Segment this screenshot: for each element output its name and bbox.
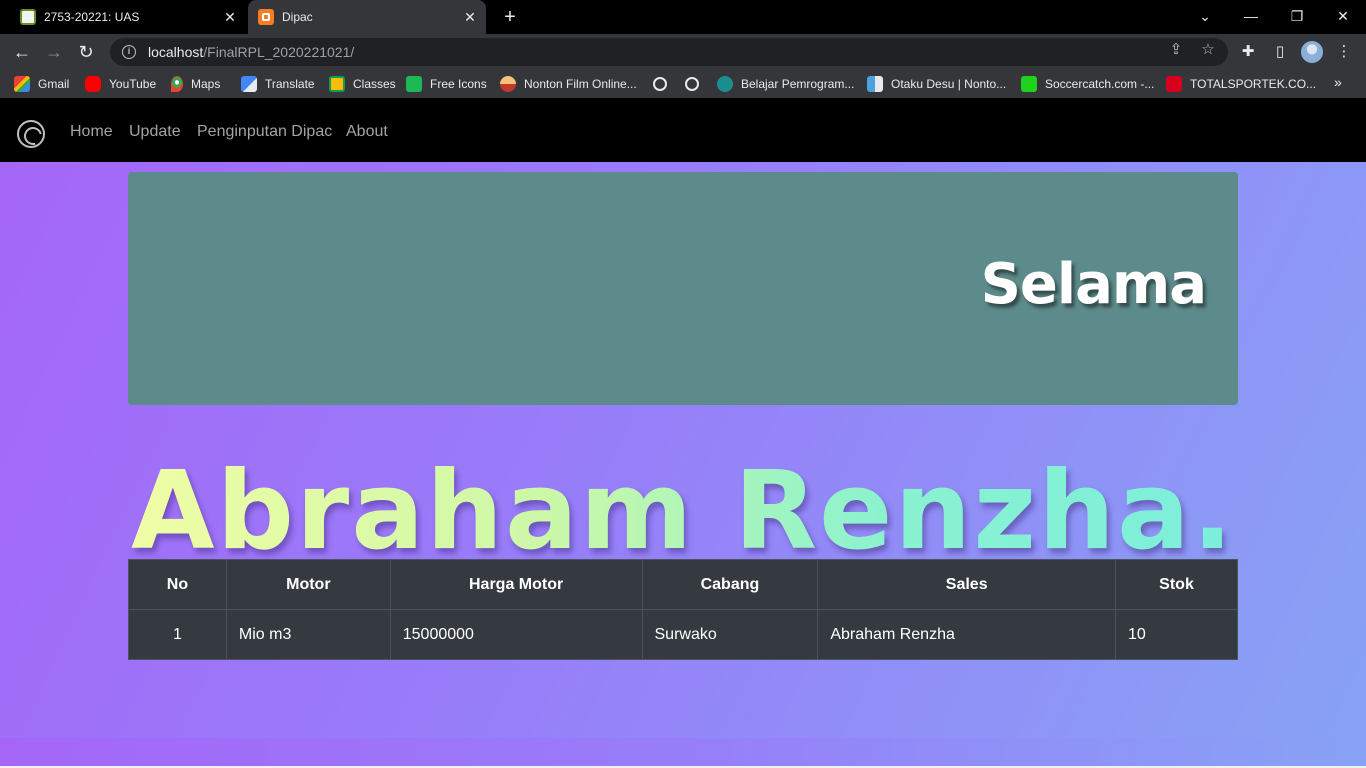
tab-title: Dipac — [282, 10, 313, 24]
bookmark-star-icon[interactable]: ☆ — [1198, 40, 1218, 58]
bookmark-globe-1[interactable] — [653, 75, 675, 93]
table-header-row: No Motor Harga Motor Cabang Sales Stok — [128, 559, 1238, 610]
profile-avatar[interactable] — [1301, 41, 1323, 63]
tab-title: 2753-20221: UAS — [44, 10, 140, 24]
browser-toolbar: ← → ↻ i localhost/FinalRPL_2020221021/ ⇪… — [0, 34, 1366, 70]
nav-about[interactable]: About — [346, 123, 388, 141]
bookmark-gmail[interactable]: Gmail — [14, 75, 69, 93]
table-row: 1 Mio m3 15000000 Surwako Abraham Renzha… — [128, 609, 1238, 660]
otaku-icon — [867, 76, 883, 92]
globe-icon — [653, 77, 667, 91]
url-path: /FinalRPL_2020221021/ — [203, 44, 355, 60]
forward-button[interactable]: → — [40, 38, 68, 66]
table-cell: Abraham Renzha — [817, 609, 1117, 660]
tab-close-icon[interactable]: ✕ — [222, 9, 238, 26]
close-window-button[interactable]: ✕ — [1320, 0, 1366, 34]
classes-icon — [329, 76, 345, 92]
bookmark-totalsportek[interactable]: TOTALSPORTEK.CO... — [1166, 75, 1316, 93]
bookmark-label: Gmail — [38, 77, 70, 91]
bookmark-otaku-desu[interactable]: Otaku Desu | Nonto... — [867, 75, 1006, 93]
bookmark-label: YouTube — [109, 77, 157, 91]
brand-logo-icon[interactable] — [17, 120, 45, 148]
hero-text: Selama — [980, 252, 1207, 317]
tab-close-icon[interactable]: ✕ — [462, 9, 478, 26]
bookmark-label: Nonton Film Online... — [524, 77, 637, 91]
table-cell: 10 — [1115, 609, 1238, 660]
back-button[interactable]: ← — [8, 38, 36, 66]
nav-update[interactable]: Update — [129, 123, 181, 141]
nav-penginputan-dipac[interactable]: Penginputan Dipac — [197, 123, 332, 141]
gmail-icon — [14, 76, 30, 92]
site-info-icon[interactable]: i — [122, 45, 136, 59]
bookmark-free-icons[interactable]: Free Icons — [406, 75, 487, 93]
bookmark-label: Belajar Pemrogram... — [741, 77, 855, 91]
column-header: Cabang — [641, 559, 819, 610]
site-navbar: Home Update Penginputan Dipac About — [0, 98, 1366, 162]
bookmark-classes[interactable]: Classes — [329, 75, 396, 93]
new-tab-button[interactable]: + — [498, 5, 522, 29]
bookmark-label: Free Icons — [430, 77, 487, 91]
reload-button[interactable]: ↻ — [72, 38, 100, 66]
soccer-icon — [1021, 76, 1037, 92]
url-host: localhost — [148, 44, 204, 60]
bookmark-soccercatch[interactable]: Soccercatch.com -... — [1021, 75, 1154, 93]
youtube-icon — [85, 76, 101, 92]
totalsportek-icon — [1166, 76, 1182, 92]
column-header: Sales — [817, 559, 1117, 610]
bookmark-label: Otaku Desu | Nonto... — [891, 77, 1007, 91]
column-header: Stok — [1115, 559, 1238, 610]
more-bookmarks-icon[interactable]: » — [1334, 74, 1342, 90]
table-cell: 1 — [128, 609, 227, 660]
bookmark-label: Translate — [265, 77, 315, 91]
hero-banner: Selama — [128, 172, 1238, 405]
translate-icon — [241, 76, 257, 92]
page-bottom-strip — [0, 738, 1366, 768]
tab-dipac[interactable]: Dipac ✕ — [248, 0, 486, 34]
tab-favicon-icon — [20, 9, 36, 25]
browser-title-bar: 2753-20221: UAS ✕ Dipac ✕ + ⌄ — ❐ ✕ — [0, 0, 1366, 34]
bookmark-label: Soccercatch.com -... — [1045, 77, 1155, 91]
tab-uas[interactable]: 2753-20221: UAS ✕ — [8, 0, 246, 34]
side-panel-icon[interactable]: ▯ — [1270, 42, 1290, 60]
bookmarks-bar: Gmail YouTube Maps Translate Classes Fre… — [0, 70, 1366, 98]
column-header: Motor — [225, 559, 391, 610]
motor-table: No Motor Harga Motor Cabang Sales Stok 1… — [128, 559, 1238, 660]
table-cell: 15000000 — [389, 609, 643, 660]
film-icon — [500, 76, 516, 92]
page-viewport: Home Update Penginputan Dipac About Sela… — [0, 98, 1366, 768]
share-icon[interactable]: ⇪ — [1166, 40, 1186, 58]
extensions-icon[interactable]: ✚ — [1238, 42, 1258, 60]
maps-icon — [171, 76, 183, 92]
address-bar[interactable]: i localhost/FinalRPL_2020221021/ — [110, 38, 1228, 66]
big-name-heading: Abraham Renzha. — [0, 452, 1366, 572]
restore-button[interactable]: ❐ — [1274, 0, 1320, 34]
table-cell: Mio m3 — [225, 609, 391, 660]
free-icons-icon — [406, 76, 422, 92]
bookmark-nonton-film[interactable]: Nonton Film Online... — [500, 75, 637, 93]
column-header: No — [128, 559, 227, 610]
bookmark-translate[interactable]: Translate — [241, 75, 315, 93]
table-cell: Surwako — [641, 609, 819, 660]
tab-favicon-icon — [258, 9, 274, 25]
nav-home[interactable]: Home — [70, 123, 113, 141]
column-header: Harga Motor — [389, 559, 643, 610]
bookmark-label: Classes — [353, 77, 396, 91]
bookmark-label: TOTALSPORTEK.CO... — [1190, 77, 1317, 91]
bookmark-belajar[interactable]: Belajar Pemrogram... — [717, 75, 854, 93]
browser-menu-icon[interactable]: ⋮ — [1334, 42, 1354, 60]
globe-icon — [685, 77, 699, 91]
minimize-button[interactable]: — — [1228, 0, 1274, 34]
bookmark-label: Maps — [191, 77, 221, 91]
bookmark-globe-2[interactable] — [685, 75, 707, 93]
tab-search-icon[interactable]: ⌄ — [1182, 0, 1228, 34]
belajar-icon — [717, 76, 733, 92]
bookmark-youtube[interactable]: YouTube — [85, 75, 156, 93]
bookmark-maps[interactable]: Maps — [171, 75, 220, 93]
